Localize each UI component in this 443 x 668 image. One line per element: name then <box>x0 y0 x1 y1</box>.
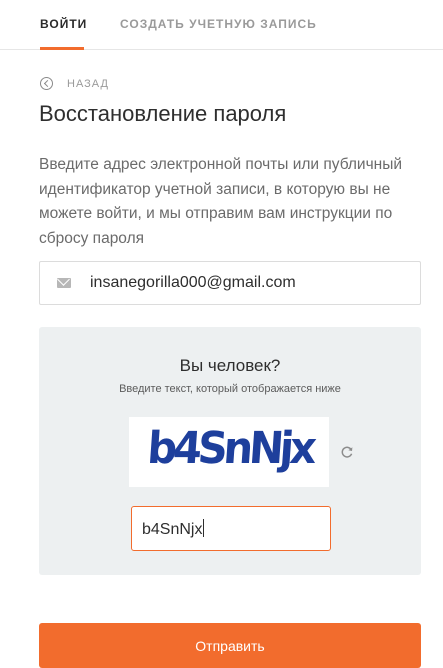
captcha-image-svg: b4SnNjx <box>146 423 318 474</box>
captcha-hint: Введите текст, который отображается ниже <box>119 383 341 395</box>
email-value: insanegorilla000@gmail.com <box>90 274 296 291</box>
captcha-input-value: b4SnNjx <box>142 519 205 539</box>
auth-tabs: ВОЙТИ СОЗДАТЬ УЧЕТНУЮ ЗАПИСЬ <box>0 0 443 50</box>
tab-create-account[interactable]: СОЗДАТЬ УЧЕТНУЮ ЗАПИСЬ <box>120 17 317 31</box>
captcha-input-text: b4SnNjx <box>142 521 203 538</box>
captcha-image-text: b4SnNjx <box>146 423 318 474</box>
captcha-image: b4SnNjx <box>129 417 329 487</box>
captcha-panel: Вы человек? Введите текст, который отобр… <box>39 327 421 575</box>
email-field[interactable]: insanegorilla000@gmail.com <box>39 261 421 305</box>
submit-button[interactable]: Отправить <box>39 623 421 668</box>
instructions-text: Введите адрес электронной почты или публ… <box>39 156 403 247</box>
submit-button-label: Отправить <box>195 638 265 654</box>
tab-login[interactable]: ВОЙТИ <box>40 17 87 31</box>
mail-icon <box>57 278 71 288</box>
captcha-title: Вы человек? <box>179 356 281 375</box>
page-title: Восстановление пароля <box>39 101 287 126</box>
back-link[interactable]: НАЗАД <box>40 77 109 90</box>
chevron-left-circle-icon <box>40 77 53 90</box>
text-caret <box>203 519 205 537</box>
refresh-icon[interactable] <box>340 445 354 459</box>
back-label: НАЗАД <box>67 77 109 90</box>
active-tab-indicator <box>40 47 84 50</box>
captcha-input[interactable]: b4SnNjx <box>131 506 331 551</box>
